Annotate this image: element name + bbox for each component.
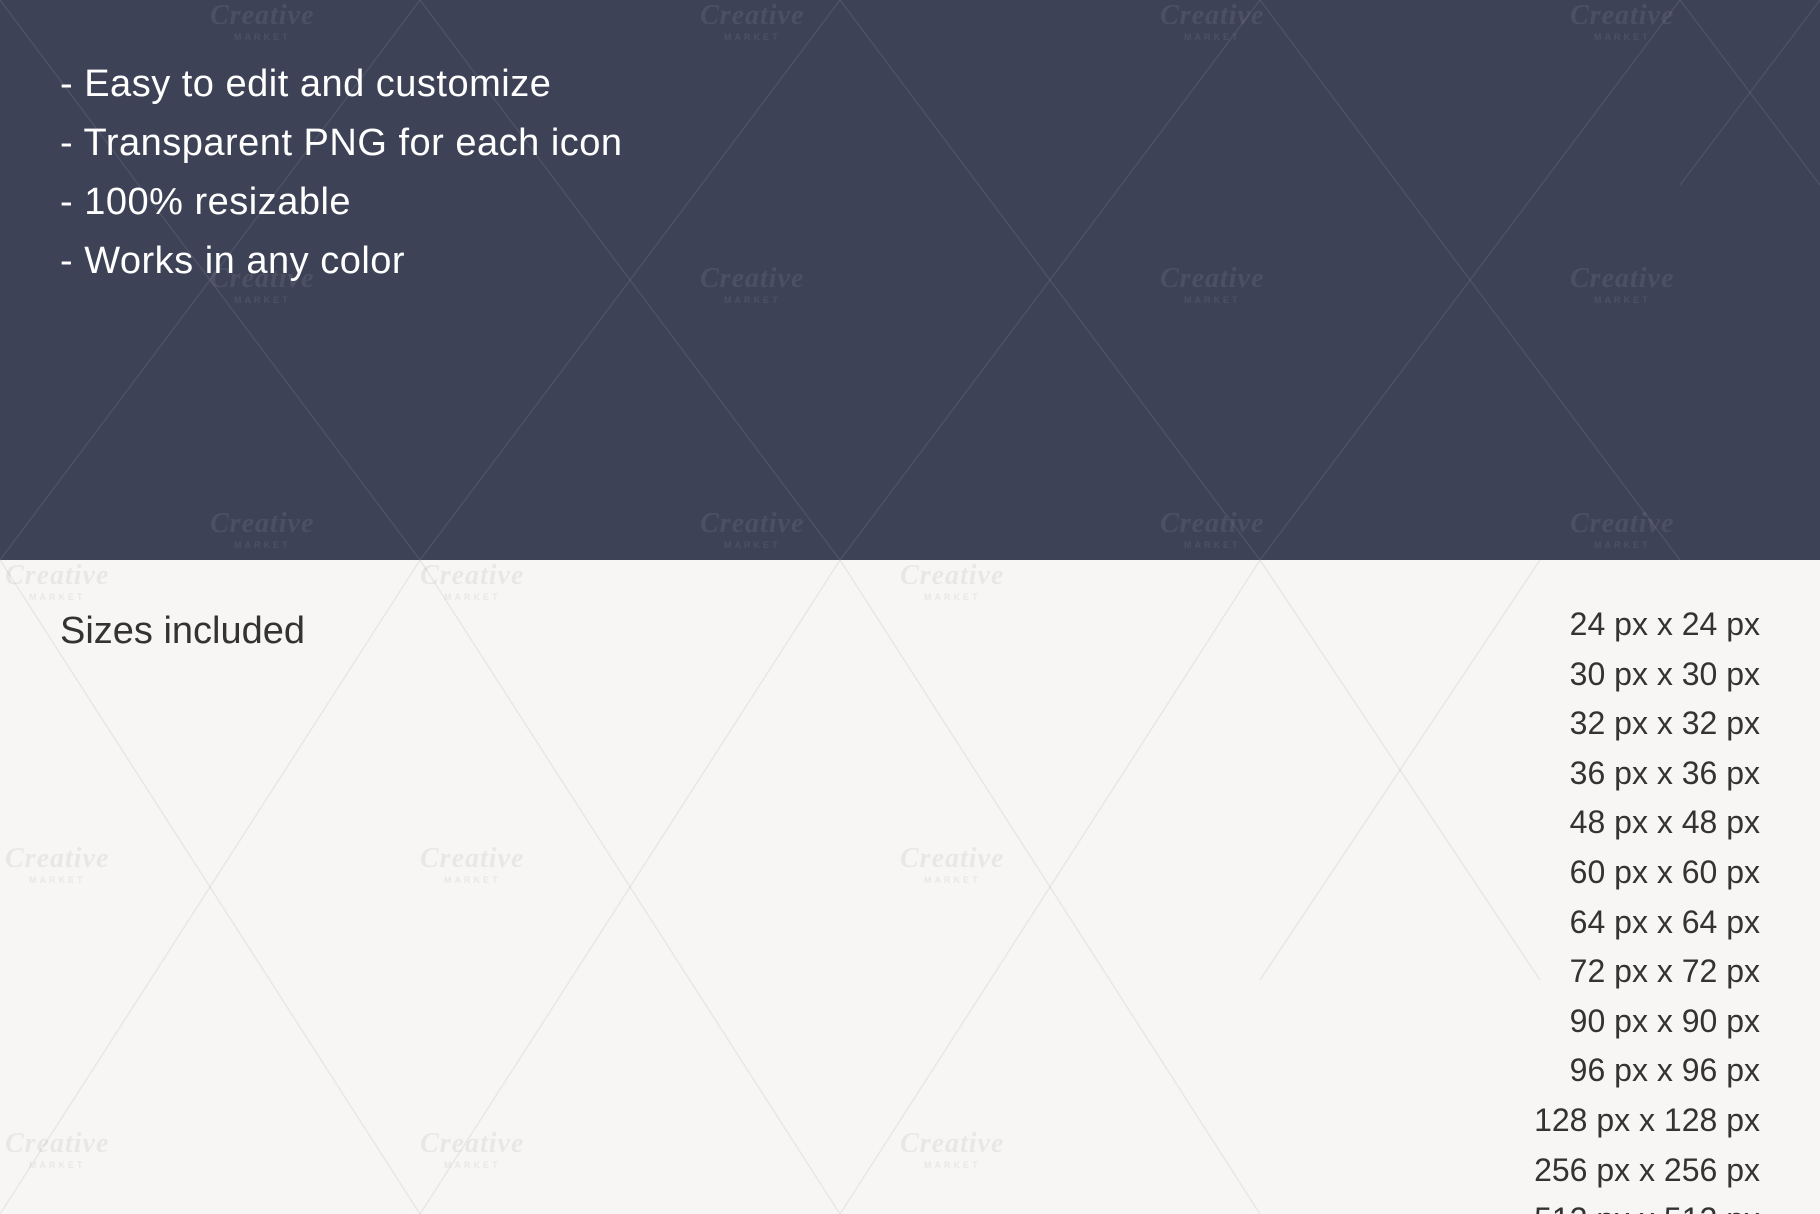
feature-item-1: - Easy to edit and customize [60, 55, 623, 114]
feature-item-4: - Works in any color [60, 232, 623, 291]
size-item-2: 32 px x 32 px [1534, 699, 1760, 749]
size-item-9: 96 px x 96 px [1534, 1046, 1760, 1096]
feature-item-2: - Transparent PNG for each icon [60, 114, 623, 173]
bottom-section: Creative MARKET Creative MARKET Creative… [0, 560, 1820, 1214]
size-item-1: 30 px x 30 px [1534, 650, 1760, 700]
size-item-0: 24 px x 24 px [1534, 600, 1760, 650]
size-item-11: 256 px x 256 px [1534, 1146, 1760, 1196]
size-item-10: 128 px x 128 px [1534, 1096, 1760, 1146]
size-item-7: 72 px x 72 px [1534, 947, 1760, 997]
size-item-5: 60 px x 60 px [1534, 848, 1760, 898]
size-item-6: 64 px x 64 px [1534, 898, 1760, 948]
feature-item-3: - 100% resizable [60, 173, 623, 232]
feature-list: - Easy to edit and customize - Transpare… [60, 55, 623, 291]
top-section: Creative MARKET Creative MARKET Creative… [0, 0, 1820, 560]
size-item-8: 90 px x 90 px [1534, 997, 1760, 1047]
size-list: 24 px x 24 px 30 px x 30 px 32 px x 32 p… [1534, 600, 1760, 1214]
size-item-12: 512 px x 512 px [1534, 1195, 1760, 1214]
watermark-sub: MARKET [234, 32, 291, 42]
size-item-3: 36 px x 36 px [1534, 749, 1760, 799]
watermark-brand: Creative [210, 2, 314, 30]
sizes-included-label: Sizes included [60, 610, 305, 653]
size-item-4: 48 px x 48 px [1534, 798, 1760, 848]
